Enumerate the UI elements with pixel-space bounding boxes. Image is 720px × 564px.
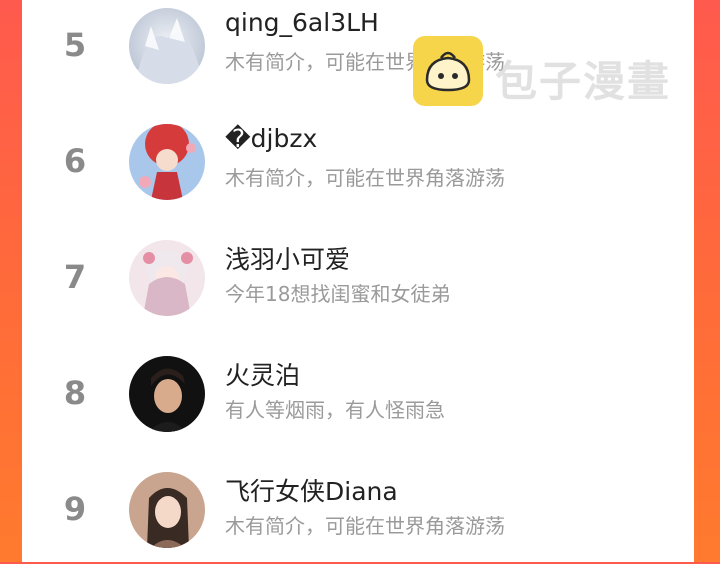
avatar[interactable]: [129, 356, 205, 432]
list-item[interactable]: 9 飞行女侠Diana 木有简介，可能在世界角落游荡: [22, 464, 694, 564]
list-item[interactable]: 8 火灵泊 有人等烟雨，有人怪雨急: [22, 348, 694, 448]
rank-number: 6: [63, 142, 87, 180]
user-bio: 木有简介，可能在世界角落游荡: [225, 514, 505, 538]
user-bio: 木有简介，可能在世界角落游荡: [225, 166, 505, 190]
watermark-text: 包子漫畫: [495, 57, 672, 106]
rank-number: 9: [63, 490, 87, 528]
list-item[interactable]: 6 �djbzx 木有简介，可能在世界角落游荡: [22, 116, 694, 216]
user-name[interactable]: 浅羽小可爱: [225, 240, 350, 276]
user-name[interactable]: �djbzx: [225, 124, 317, 153]
rank-number: 8: [63, 374, 87, 412]
avatar[interactable]: [129, 124, 205, 200]
rank-number: 7: [63, 258, 87, 296]
user-bio: 有人等烟雨，有人怪雨急: [225, 398, 445, 422]
user-bio: 今年18想找闺蜜和女徒弟: [225, 282, 451, 306]
rank-number: 5: [63, 26, 87, 64]
user-name[interactable]: 火灵泊: [225, 356, 300, 392]
avatar[interactable]: [129, 472, 205, 548]
user-name[interactable]: qing_6al3LH: [225, 8, 379, 37]
list-item[interactable]: 7 浅羽小可爱 今年18想找闺蜜和女徒弟: [22, 232, 694, 332]
avatar[interactable]: [129, 240, 205, 316]
watermark: 包子漫畫: [413, 36, 703, 108]
user-name[interactable]: 飞行女侠Diana: [225, 472, 398, 508]
avatar[interactable]: [129, 8, 205, 84]
bun-mascot-icon: [413, 36, 483, 106]
